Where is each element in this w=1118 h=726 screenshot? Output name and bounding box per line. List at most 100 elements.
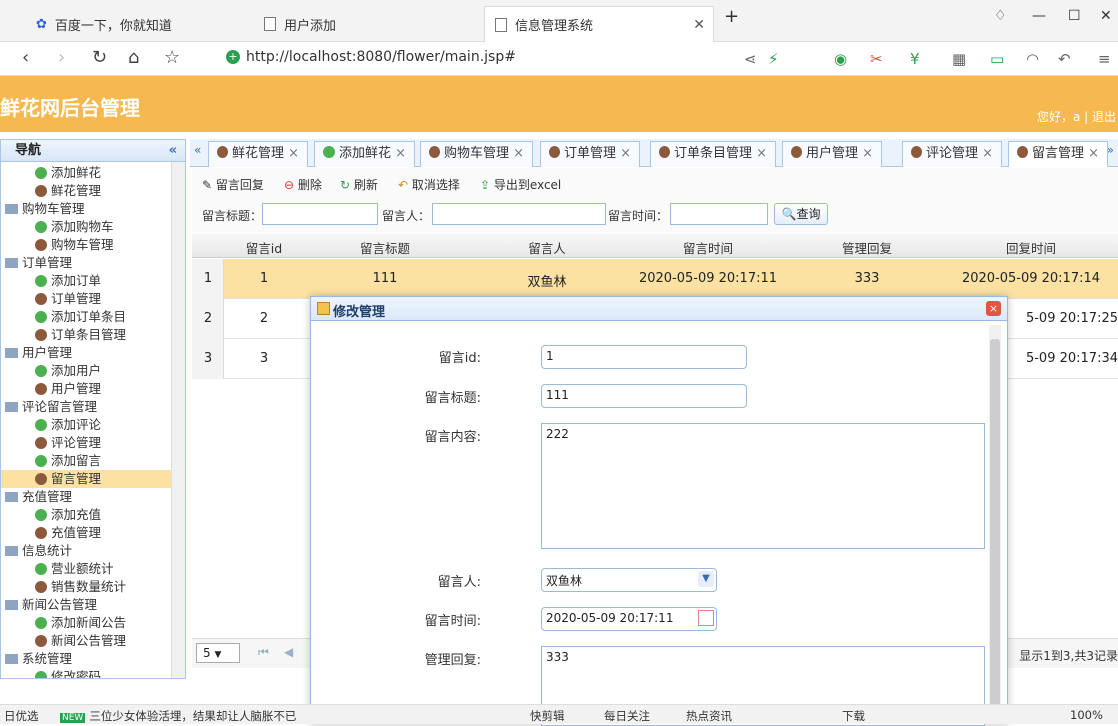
refresh-button[interactable]: ↻ 刷新 (340, 176, 378, 193)
tab-6[interactable]: 评论管理 × (902, 141, 1003, 167)
search-time-input[interactable] (670, 203, 768, 225)
export-button[interactable]: ⇪ 导出到excel (480, 176, 561, 193)
nav-item[interactable]: 新闻公告管理 (1, 632, 171, 650)
close-icon[interactable]: × (284, 146, 299, 161)
reply-button[interactable]: ✎ 留言回复 (202, 176, 264, 193)
back-icon[interactable]: ‹ (22, 47, 29, 68)
nav-item[interactable]: 留言管理 (1, 470, 171, 488)
nav-folder[interactable]: 新闻公告管理 (1, 596, 171, 614)
tab-1[interactable]: 添加鲜花 × (314, 141, 416, 167)
nav-folder[interactable]: 评论留言管理 (1, 398, 171, 416)
first-page-icon[interactable]: ⏮ (258, 645, 269, 660)
zoom-level[interactable]: 100% (1070, 708, 1103, 722)
close-icon[interactable]: × (858, 146, 873, 161)
nav-item[interactable]: 鲜花管理 (1, 182, 171, 200)
nav-item[interactable]: 添加购物车 (1, 218, 171, 236)
shield-icon[interactable]: ◉ (834, 50, 847, 68)
close-icon[interactable]: × (978, 146, 993, 161)
shirt-icon[interactable]: ♢ (994, 8, 1007, 24)
search-author-input[interactable] (432, 203, 606, 225)
sidebar-scrollbar[interactable] (171, 162, 185, 678)
new-tab-button[interactable]: + (724, 6, 739, 27)
nav-folder[interactable]: 充值管理 (1, 488, 171, 506)
nav-item[interactable]: 添加用户 (1, 362, 171, 380)
close-window-icon[interactable]: ✕ (1100, 8, 1112, 24)
table-row[interactable]: 1 1 111 双鱼林 2020-05-09 20:17:11 333 2020… (192, 259, 1118, 299)
bolt-icon[interactable]: ⚡ (768, 50, 779, 68)
yen-icon[interactable]: ¥ (910, 50, 920, 68)
close-icon[interactable]: × (616, 146, 631, 161)
query-button[interactable]: 🔍查询 (774, 203, 828, 225)
apps-icon[interactable]: ▦ (952, 50, 966, 68)
nav-folder[interactable]: 用户管理 (1, 344, 171, 362)
maximize-icon[interactable]: ☐ (1068, 8, 1081, 24)
nav-item[interactable]: 订单条目管理 (1, 326, 171, 344)
col-reply-time[interactable]: 回复时间 (946, 238, 1116, 257)
minimize-icon[interactable]: — (1032, 8, 1046, 24)
col-title[interactable]: 留言标题 (304, 238, 466, 257)
nav-item[interactable]: 添加留言 (1, 452, 171, 470)
close-icon[interactable]: × (391, 146, 406, 161)
close-tab-icon[interactable]: ✕ (693, 17, 705, 33)
nav-item[interactable]: 营业额统计 (1, 560, 171, 578)
status-item[interactable]: 快剪辑 (530, 708, 565, 724)
tab-5[interactable]: 用户管理 × (782, 141, 883, 167)
battery-icon[interactable]: ▭ (990, 50, 1004, 68)
dialog-scrollbar[interactable] (989, 325, 1001, 721)
nav-folder[interactable]: 信息统计 (1, 542, 171, 560)
tab-2[interactable]: 购物车管理 × (420, 141, 534, 167)
status-item[interactable]: 下载 (842, 708, 865, 724)
url-field[interactable]: + http://localhost:8080/flower/main.jsp# (226, 49, 516, 65)
user-greeting[interactable]: 您好，a | 退出 (1037, 108, 1116, 125)
time-field[interactable]: 2020-05-09 20:17:11 (541, 607, 717, 631)
col-time[interactable]: 留言时间 (628, 238, 788, 257)
tabs-scroll-left-icon[interactable]: « (194, 143, 201, 157)
nav-folder[interactable]: 购物车管理 (1, 200, 171, 218)
tab-0[interactable]: 鲜花管理 × (208, 141, 309, 167)
scissors-icon[interactable]: ✂ (870, 50, 883, 68)
headphones-icon[interactable]: ◠ (1026, 50, 1039, 68)
calendar-icon[interactable] (698, 610, 714, 626)
news-ticker[interactable]: NEW 三位少女体验活埋，结果却让人脑胀不已 (60, 708, 296, 724)
col-reply[interactable]: 管理回复 (788, 238, 946, 257)
nav-item[interactable]: 添加充值 (1, 506, 171, 524)
col-author[interactable]: 留言人 (466, 238, 628, 257)
browser-tab-infosys[interactable]: 信息管理系统 ✕ (484, 6, 714, 42)
search-title-input[interactable] (262, 203, 378, 225)
author-select[interactable]: 双鱼林 ▼ (541, 568, 717, 592)
reload-icon[interactable]: ↻ (92, 47, 107, 68)
scrollbar-thumb[interactable] (990, 339, 1000, 709)
prev-page-icon[interactable]: ◀ (284, 645, 293, 659)
tab-3[interactable]: 订单管理 × (540, 141, 641, 167)
nav-item[interactable]: 用户管理 (1, 380, 171, 398)
nav-folder[interactable]: 订单管理 (1, 254, 171, 272)
nav-item[interactable]: 购物车管理 (1, 236, 171, 254)
share-icon[interactable]: ⋖ (744, 50, 757, 68)
dialog-close-button[interactable]: × (986, 301, 1001, 316)
nav-item[interactable]: 评论管理 (1, 434, 171, 452)
cancel-select-button[interactable]: ↶ 取消选择 (398, 176, 460, 193)
close-icon[interactable]: × (509, 146, 524, 161)
id-field[interactable]: 1 (541, 345, 747, 369)
browser-tab-baidu[interactable]: ✿ 百度一下，你就知道 (26, 6, 254, 42)
nav-item[interactable]: 添加订单条目 (1, 308, 171, 326)
forward-icon[interactable]: › (58, 47, 65, 68)
browser-tab-useradd[interactable]: 用户添加 (254, 6, 482, 42)
nav-item[interactable]: 订单管理 (1, 290, 171, 308)
star-icon[interactable]: ☆ (164, 47, 180, 68)
nav-item[interactable]: 添加订单 (1, 272, 171, 290)
close-icon[interactable]: × (752, 146, 767, 161)
status-left-text[interactable]: 日优选 (4, 708, 39, 724)
nav-item[interactable]: 添加鲜花 (1, 164, 171, 182)
undo-icon[interactable]: ↶ (1058, 50, 1071, 68)
home-icon[interactable]: ⌂ (128, 47, 139, 68)
chevron-down-icon[interactable]: ▼ (698, 571, 714, 587)
title-field[interactable]: 111 (541, 384, 747, 408)
nav-item[interactable]: 添加新闻公告 (1, 614, 171, 632)
status-item[interactable]: 热点资讯 (686, 708, 732, 724)
nav-folder[interactable]: 系统管理 (1, 650, 171, 668)
menu-icon[interactable]: ≡ (1098, 50, 1111, 68)
nav-item[interactable]: 销售数量统计 (1, 578, 171, 596)
delete-button[interactable]: ⊖ 删除 (284, 176, 322, 193)
collapse-icon[interactable]: « (169, 140, 177, 162)
